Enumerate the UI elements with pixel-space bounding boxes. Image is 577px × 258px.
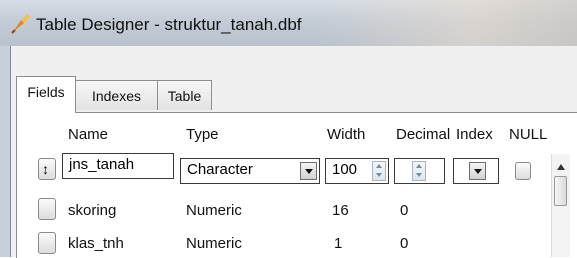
row-selector[interactable] [38,232,56,254]
field-name-input[interactable]: jns_tanah [62,153,174,179]
title-bar-glow [317,0,577,46]
field-decimal-spinner[interactable] [394,158,445,184]
row-selector-move[interactable]: ↕ [38,158,56,180]
tab-indexes-label: Indexes [91,88,142,104]
chevron-down-icon[interactable] [469,162,486,180]
tab-fields-label: Fields [27,84,65,100]
field-type-select[interactable]: Character [180,158,320,184]
column-header-type: Type [186,126,219,143]
field-name-cell[interactable]: klas_tnh [68,235,124,252]
chevron-down-icon[interactable] [300,162,317,180]
column-header-name: Name [68,126,109,143]
spin-down-icon [376,173,382,177]
spin-up-icon [376,164,382,168]
table-designer-icon [11,14,30,34]
column-header-null: NULL [509,126,548,143]
scrollbar-thumb[interactable] [554,176,567,206]
column-header-width: Width [327,126,366,143]
tab-indexes[interactable]: Indexes [75,80,158,110]
title-bar[interactable]: Table Designer - struktur_tanah.dbf [0,0,577,47]
field-index-select[interactable] [453,158,499,184]
window-title: Table Designer - struktur_tanah.dbf [36,15,302,34]
row-selector[interactable] [38,198,56,220]
tab-table[interactable]: Table [157,80,212,110]
field-name-cell[interactable]: skoring [68,202,116,219]
scroll-up-icon[interactable] [557,164,565,170]
decimal-spin-buttons[interactable] [412,161,426,181]
vertical-scrollbar[interactable] [551,154,570,257]
tab-fields[interactable]: Fields [16,76,76,113]
column-header-decimal: Decimal [396,126,451,143]
field-width-cell[interactable]: 1 [334,235,342,252]
field-decimal-cell[interactable]: 0 [400,235,408,252]
field-name-value: jns_tanah [69,156,135,173]
field-width-value: 100 [332,161,358,178]
tab-table-label: Table [167,88,202,104]
field-decimal-cell[interactable]: 0 [400,202,408,219]
spin-down-icon [416,173,422,177]
spin-up-icon [416,164,422,168]
field-type-value: Character [187,161,253,178]
width-spin-buttons[interactable] [372,161,386,181]
field-width-cell[interactable]: 16 [332,202,349,219]
column-header-index: Index [456,126,493,143]
field-width-spinner[interactable]: 100 [325,158,389,184]
field-type-cell[interactable]: Numeric [186,235,242,252]
field-type-cell[interactable]: Numeric [186,202,242,219]
move-arrows-icon: ↕ [42,161,49,177]
field-null-checkbox[interactable] [515,162,531,180]
